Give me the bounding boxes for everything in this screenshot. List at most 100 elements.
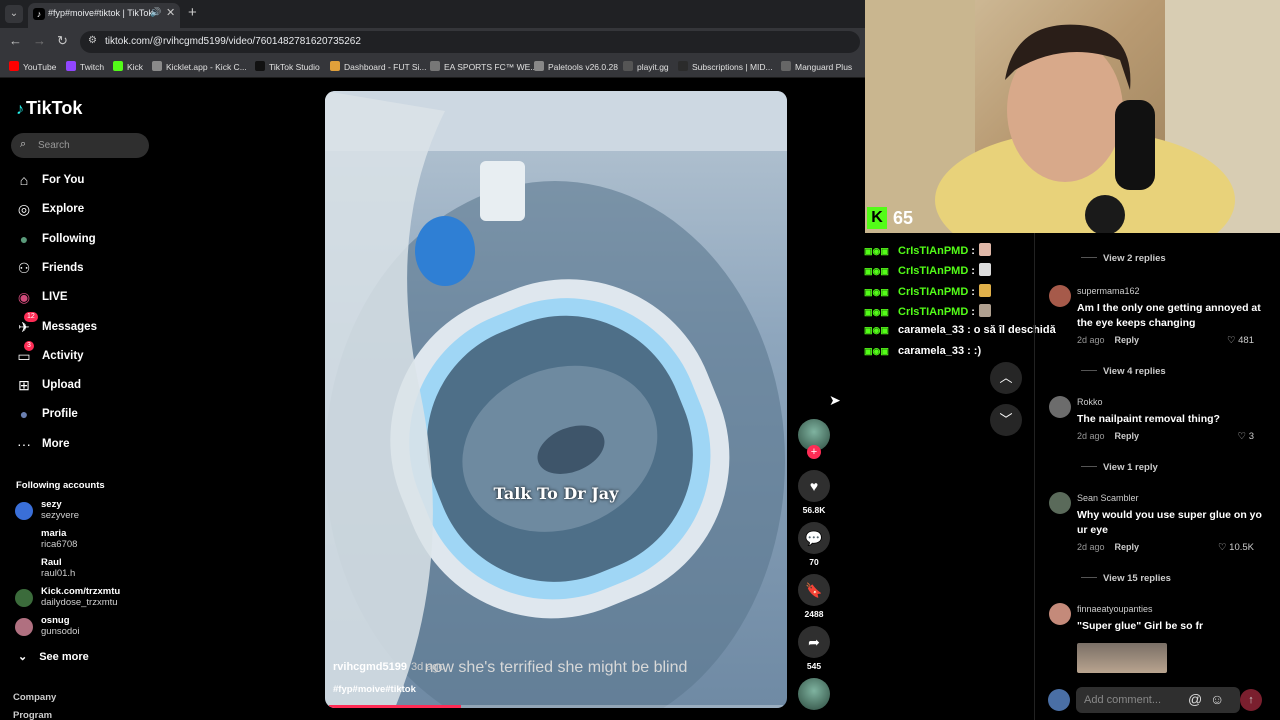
commenter-avatar[interactable] bbox=[1049, 396, 1071, 418]
bookmark-item[interactable]: Twitch bbox=[66, 61, 104, 72]
reply-button[interactable]: Reply bbox=[1115, 335, 1140, 345]
reload-icon[interactable]: ↻ bbox=[57, 33, 68, 49]
bookmark-item[interactable]: playit.gg bbox=[623, 61, 669, 72]
next-video-button[interactable]: ﹀ bbox=[990, 404, 1022, 436]
nav-label: More bbox=[42, 438, 70, 450]
follow-plus-icon[interactable]: + bbox=[807, 445, 821, 459]
bookmark-item[interactable]: Paletools v26.0.28 bbox=[534, 61, 618, 72]
comment-like-button[interactable]: ♡ 481 bbox=[1227, 335, 1254, 346]
chat-text: : bbox=[971, 306, 975, 318]
nav-item-messages[interactable]: ✈ 12 Messages bbox=[15, 312, 165, 340]
bookmark-favicon-icon bbox=[152, 61, 162, 71]
send-arrow-icon[interactable]: ↑ bbox=[1240, 689, 1262, 711]
footer-company-link[interactable]: Company bbox=[13, 692, 56, 703]
nav-item-profile[interactable]: ● Profile bbox=[15, 405, 165, 427]
reply-button[interactable]: Reply bbox=[1115, 431, 1140, 441]
comment-input[interactable]: Add comment... @ ☺ bbox=[1076, 687, 1240, 713]
url-field[interactable]: ⚙ tiktok.com/@rvihcgmd5199/video/7601482… bbox=[80, 31, 860, 53]
tiktok-logo[interactable]: ♪ TikTok bbox=[16, 98, 82, 119]
previous-video-button[interactable]: ︿ bbox=[990, 362, 1022, 394]
comment-username[interactable]: finnaeatyoupanties bbox=[1077, 604, 1153, 614]
face-emote-icon bbox=[978, 304, 991, 317]
following-account-item[interactable]: osnug gunsodoi bbox=[15, 615, 165, 641]
bookmark-item[interactable]: Manguard Plus bbox=[781, 61, 852, 72]
save-button[interactable]: 🔖 2488 bbox=[798, 574, 830, 619]
comment-like-count: 10.5K bbox=[1229, 542, 1254, 553]
nav-item-upload[interactable]: ⊞ Upload bbox=[15, 376, 165, 398]
creator-avatar[interactable]: + bbox=[798, 419, 830, 465]
bookmarks-bar: YouTube Twitch Kick Kicklet.app - Kick C...… bbox=[0, 56, 865, 78]
speaker-icon[interactable]: 🔊 bbox=[150, 7, 161, 18]
search-input[interactable]: ⌕ Search bbox=[11, 133, 149, 158]
bookmark-item[interactable]: EA SPORTS FC™ WE... bbox=[430, 61, 537, 72]
site-info-icon[interactable]: ⚙ bbox=[88, 35, 97, 46]
chat-text: : bbox=[971, 286, 975, 298]
nav-label: LIVE bbox=[42, 291, 68, 303]
comment-button[interactable]: 💬 70 bbox=[798, 522, 830, 567]
browser-tab-active[interactable]: ♪ #fyp#moive#tiktok | TikTok 🔊 ✕ bbox=[28, 3, 180, 28]
bookmark-item[interactable]: Kicklet.app - Kick C... bbox=[152, 61, 247, 72]
bookmark-item[interactable]: TikTok Studio bbox=[255, 61, 320, 72]
video-player[interactable]: Talk To Dr Jay now she's terrified she m… bbox=[325, 91, 787, 708]
music-disc-button[interactable] bbox=[798, 678, 830, 710]
share-button[interactable]: ➦ 545 bbox=[798, 626, 830, 671]
nav-item-friends[interactable]: ⚇ Friends bbox=[15, 259, 165, 281]
comment-time: 2d ago bbox=[1077, 542, 1105, 552]
nav-item-explore[interactable]: ◎ Explore bbox=[15, 200, 165, 222]
bookmark-item[interactable]: Kick bbox=[113, 61, 143, 72]
like-button[interactable]: ♥ 56.8K bbox=[798, 470, 830, 515]
commenter-avatar[interactable] bbox=[1049, 285, 1071, 307]
new-tab-plus-icon[interactable]: + bbox=[188, 4, 197, 21]
close-icon[interactable]: ✕ bbox=[166, 6, 175, 19]
commenter-avatar[interactable] bbox=[1049, 492, 1071, 514]
view-replies-button[interactable]: View 15 replies bbox=[1081, 573, 1171, 584]
video-hashtags[interactable]: #fyp#moive#tiktok bbox=[333, 684, 416, 695]
view-replies-button[interactable]: View 1 reply bbox=[1081, 462, 1158, 473]
comment-username[interactable]: Sean Scambler bbox=[1077, 493, 1139, 503]
video-progress-bar[interactable] bbox=[329, 705, 783, 708]
following-account-item[interactable]: Raul raul01.h bbox=[15, 557, 165, 583]
following-account-item[interactable]: maria rica6708 bbox=[15, 528, 165, 554]
view-replies-button[interactable]: View 2 replies bbox=[1081, 253, 1166, 264]
nav-label: Profile bbox=[42, 408, 78, 420]
footer-program-link[interactable]: Program bbox=[13, 710, 52, 720]
video-author[interactable]: rvihcgmd5199 3d ago bbox=[333, 661, 445, 673]
nav-item-live[interactable]: ◉ LIVE bbox=[15, 288, 165, 310]
tab-list-button[interactable]: ⌄ bbox=[5, 5, 23, 23]
nav-label: For You bbox=[42, 174, 85, 186]
share-count: 545 bbox=[806, 661, 822, 671]
comment-username[interactable]: supermama162 bbox=[1077, 286, 1140, 296]
chat-username: CrIsTIAnPMD bbox=[898, 265, 969, 277]
bookmark-label: Paletools v26.0.28 bbox=[548, 62, 618, 72]
commenter-avatar[interactable] bbox=[1049, 603, 1071, 625]
forward-arrow-icon[interactable]: → bbox=[33, 33, 46, 48]
following-account-item[interactable]: sezy sezyvere bbox=[15, 499, 165, 525]
bookmark-item[interactable]: YouTube bbox=[9, 61, 56, 72]
view-replies-button[interactable]: View 4 replies bbox=[1081, 366, 1166, 377]
bookmark-label: YouTube bbox=[23, 62, 57, 72]
bookmark-favicon-icon bbox=[113, 61, 123, 71]
nav-item-activity[interactable]: ▭ 3 Activity bbox=[15, 341, 165, 369]
comment-like-button[interactable]: ♡ 10.5K bbox=[1218, 542, 1254, 553]
streamer-webcam-image bbox=[865, 0, 1280, 233]
comment-like-count: 3 bbox=[1248, 431, 1254, 442]
user-avatar bbox=[1048, 689, 1070, 711]
back-arrow-icon[interactable]: ← bbox=[9, 33, 22, 48]
bookmark-item[interactable]: Subscriptions | MID... bbox=[678, 61, 773, 72]
see-more-button[interactable]: ⌄ See more bbox=[18, 650, 89, 663]
comment-image-attachment[interactable] bbox=[1077, 643, 1167, 673]
bookmark-label: EA SPORTS FC™ WE... bbox=[444, 62, 538, 72]
nav-item-more[interactable]: ··· More bbox=[15, 435, 165, 457]
following-account-item[interactable]: Kick.com/trzxmtu dailydose_trzxmtu bbox=[15, 586, 165, 612]
nav-item-following[interactable]: ● Following bbox=[15, 230, 165, 252]
comment-username[interactable]: Rokko bbox=[1077, 397, 1103, 407]
tab-title: #fyp#moive#tiktok | TikTok bbox=[48, 8, 153, 18]
reply-button[interactable]: Reply bbox=[1115, 542, 1140, 552]
comment-like-button[interactable]: ♡ 3 bbox=[1238, 431, 1254, 442]
comment-text: The nailpaint removal thing? bbox=[1077, 413, 1220, 425]
bookmark-item[interactable]: Dashboard - FUT Si... bbox=[330, 61, 427, 72]
emoji-icon[interactable]: ☺ bbox=[1210, 691, 1224, 707]
nav-item-for-you[interactable]: ⌂ For You bbox=[15, 171, 165, 193]
mention-icon[interactable]: @ bbox=[1188, 691, 1202, 707]
comment-meta: 2d ago Reply bbox=[1077, 431, 1139, 441]
